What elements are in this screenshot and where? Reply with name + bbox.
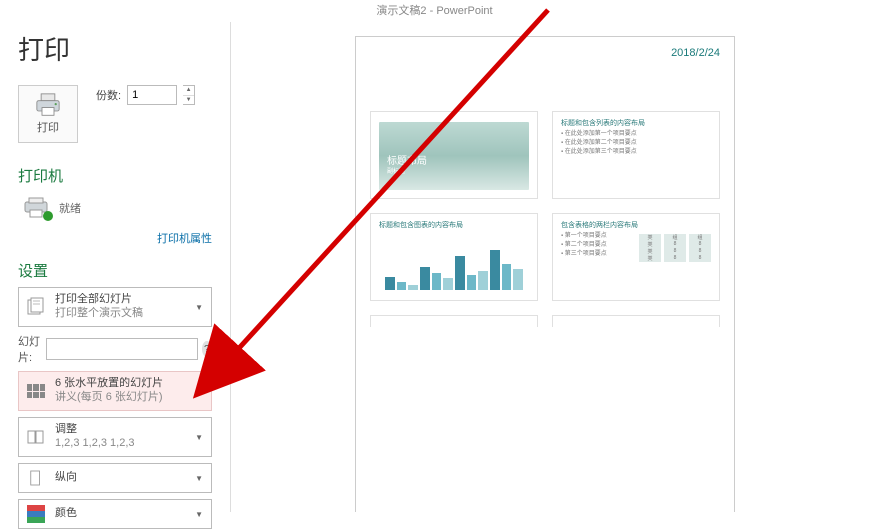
dd-orient-line1: 纵向 <box>55 471 193 485</box>
dd-color-line1: 颜色 <box>55 507 193 521</box>
slide3-heading: 标题和包含图表的内容布局 <box>379 220 529 230</box>
section-settings: 设置 <box>18 260 212 281</box>
collate-dropdown[interactable]: 调整 1,2,3 1,2,3 1,2,3 ▼ <box>18 417 212 457</box>
slide3-chart <box>385 248 523 290</box>
color-icon <box>25 503 47 525</box>
page-title: 打印 <box>18 30 212 67</box>
title-bar: 演示文稿2 - PowerPoint <box>0 0 869 22</box>
print-button-label: 打印 <box>37 119 59 135</box>
chevron-down-icon: ▼ <box>193 510 205 519</box>
slides-range-input[interactable] <box>46 338 198 360</box>
slide-thumb-2: 标题和包含列表的内容布局 在此处添加第一个项目要点 在此处添加第二个项目要点 在… <box>552 111 720 199</box>
slide4-bullet: 第一个项目要点 <box>561 232 633 241</box>
printer-selector[interactable]: 就绪 <box>18 192 212 224</box>
portrait-icon <box>25 467 47 489</box>
slide4-table: 类组组 类88 类88 类88 <box>639 234 711 262</box>
printer-properties-link[interactable]: 打印机属性 <box>18 230 212 246</box>
print-button[interactable]: 打印 <box>18 85 78 143</box>
slide4-bullet: 第三个项目要点 <box>561 250 633 259</box>
copies-label: 份数: <box>96 87 121 103</box>
chevron-down-icon: ▼ <box>193 387 205 396</box>
dd-collate-line1: 调整 <box>55 423 193 437</box>
slide-thumb-4: 包含表格的两栏内容布局 第一个项目要点 第二个项目要点 第三个项目要点 类组组 … <box>552 213 720 301</box>
slide-thumb-1: 标题布局 副标题 <box>370 111 538 199</box>
collate-icon <box>25 426 47 448</box>
grid-6-icon <box>25 380 47 402</box>
pages-icon <box>25 296 47 318</box>
print-settings-panel: 打印 打印 份数: ▲▼ 打印机 <box>0 22 230 512</box>
copies-spinner[interactable]: ▲▼ <box>183 85 195 105</box>
dd-scope-line2: 打印整个演示文稿 <box>55 307 193 321</box>
dd-layout-line2: 讲义(每页 6 张幻灯片) <box>55 391 193 405</box>
section-printer: 打印机 <box>18 165 212 186</box>
slide-thumb-5 <box>370 315 538 327</box>
handout-layout-dropdown[interactable]: 6 张水平放置的幻灯片 讲义(每页 6 张幻灯片) ▼ <box>18 371 212 411</box>
preview-date: 2018/2/24 <box>671 47 720 59</box>
dd-collate-line2: 1,2,3 1,2,3 1,2,3 <box>55 437 193 451</box>
slide4-bullet: 第二个项目要点 <box>561 241 633 250</box>
copies-input[interactable] <box>127 85 177 105</box>
slide4-heading: 包含表格的两栏内容布局 <box>561 220 711 230</box>
chevron-down-icon: ▼ <box>193 474 205 483</box>
printer-status-text: 就绪 <box>59 200 81 216</box>
slide2-heading: 标题和包含列表的内容布局 <box>561 118 711 128</box>
chevron-down-icon: ▼ <box>193 433 205 442</box>
preview-page: 2018/2/24 标题布局 副标题 标题和包含列表的内容布局 在此处添加第一个… <box>355 36 735 512</box>
print-preview: 2018/2/24 标题布局 副标题 标题和包含列表的内容布局 在此处添加第一个… <box>230 22 869 512</box>
dd-scope-line1: 打印全部幻灯片 <box>55 293 193 307</box>
slide2-bullet: 在此处添加第二个项目要点 <box>561 139 711 148</box>
chevron-down-icon: ▼ <box>193 303 205 312</box>
slide-thumb-6 <box>552 315 720 327</box>
orientation-dropdown[interactable]: 纵向 ▼ <box>18 463 212 493</box>
slide2-bullet: 在此处添加第一个项目要点 <box>561 130 711 139</box>
info-icon[interactable]: ? <box>202 341 212 357</box>
printer-status-icon <box>21 197 51 219</box>
slide2-bullet: 在此处添加第三个项目要点 <box>561 148 711 157</box>
dd-layout-line1: 6 张水平放置的幻灯片 <box>55 377 193 391</box>
slides-range-label: 幻灯片: <box>18 333 42 365</box>
printer-icon <box>34 93 62 117</box>
slide-thumb-3: 标题和包含图表的内容布局 <box>370 213 538 301</box>
slide1-title: 标题布局 <box>387 152 427 167</box>
slide1-subtitle: 副标题 <box>387 166 405 175</box>
print-scope-dropdown[interactable]: 打印全部幻灯片 打印整个演示文稿 ▼ <box>18 287 212 327</box>
color-dropdown[interactable]: 颜色 ▼ <box>18 499 212 529</box>
status-ok-icon <box>43 211 53 221</box>
